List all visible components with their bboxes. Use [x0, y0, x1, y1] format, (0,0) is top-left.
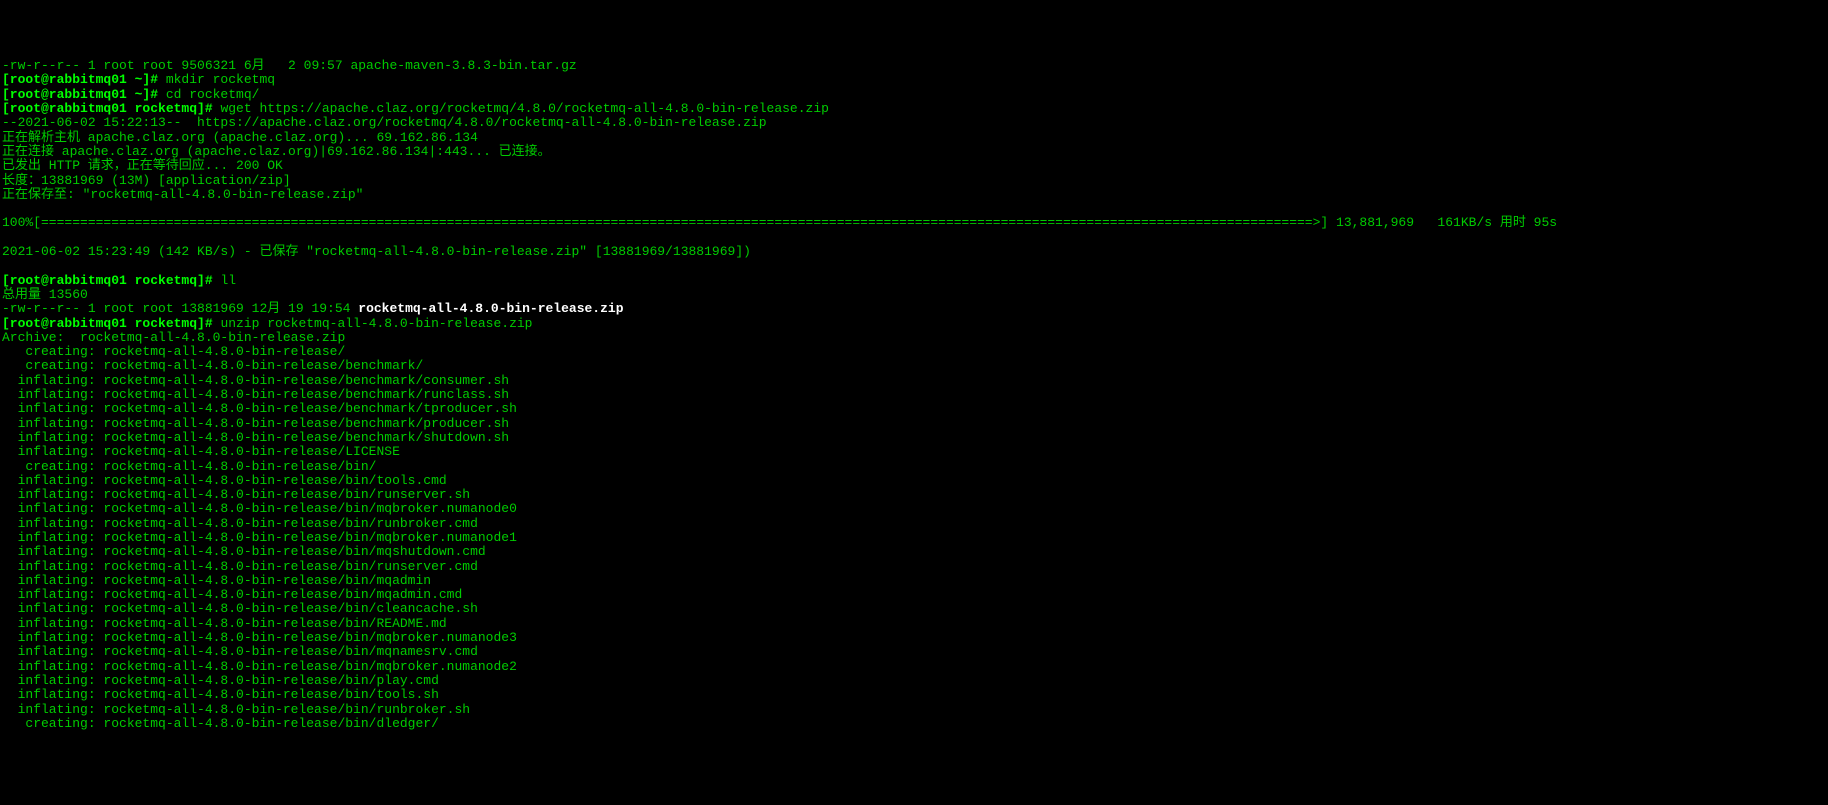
terminal-text-segment: ll — [220, 273, 236, 288]
terminal-line: inflating: rocketmq-all-4.8.0-bin-releas… — [2, 631, 1826, 645]
terminal-line: 正在保存至: "rocketmq-all-4.8.0-bin-release.z… — [2, 188, 1826, 202]
terminal-line: inflating: rocketmq-all-4.8.0-bin-releas… — [2, 660, 1826, 674]
terminal-line: inflating: rocketmq-all-4.8.0-bin-releas… — [2, 674, 1826, 688]
terminal-line: inflating: rocketmq-all-4.8.0-bin-releas… — [2, 388, 1826, 402]
terminal-line: 总用量 13560 — [2, 288, 1826, 302]
terminal-text-segment: unzip rocketmq-all-4.8.0-bin-release.zip — [220, 316, 532, 331]
terminal-text-segment: [root@rabbitmq01 ~]# — [2, 72, 166, 87]
terminal-line: inflating: rocketmq-all-4.8.0-bin-releas… — [2, 474, 1826, 488]
terminal-line: inflating: rocketmq-all-4.8.0-bin-releas… — [2, 602, 1826, 616]
terminal-text-segment: [root@rabbitmq01 rocketmq]# — [2, 101, 220, 116]
terminal-line: creating: rocketmq-all-4.8.0-bin-release… — [2, 345, 1826, 359]
terminal-text-segment: rocketmq-all-4.8.0-bin-release.zip — [358, 301, 623, 316]
terminal-line: --2021-06-02 15:22:13-- https://apache.c… — [2, 116, 1826, 130]
terminal-text-segment: mkdir rocketmq — [166, 72, 275, 87]
terminal-text-segment: wget https://apache.claz.org/rocketmq/4.… — [220, 101, 829, 116]
terminal-line: inflating: rocketmq-all-4.8.0-bin-releas… — [2, 502, 1826, 516]
terminal-line: 长度：13881969 (13M) [application/zip] — [2, 174, 1826, 188]
terminal-line: creating: rocketmq-all-4.8.0-bin-release… — [2, 359, 1826, 373]
terminal-text-segment: [root@rabbitmq01 rocketmq]# — [2, 273, 220, 288]
terminal-line: inflating: rocketmq-all-4.8.0-bin-releas… — [2, 517, 1826, 531]
terminal-text-segment: [root@rabbitmq01 ~]# — [2, 87, 166, 102]
terminal-line: inflating: rocketmq-all-4.8.0-bin-releas… — [2, 445, 1826, 459]
terminal-line: inflating: rocketmq-all-4.8.0-bin-releas… — [2, 545, 1826, 559]
terminal-line: 100%[===================================… — [2, 216, 1826, 230]
terminal-line: inflating: rocketmq-all-4.8.0-bin-releas… — [2, 588, 1826, 602]
terminal-line: [root@rabbitmq01 rocketmq]# ll — [2, 274, 1826, 288]
terminal-line — [2, 202, 1826, 216]
terminal-line: 已发出 HTTP 请求，正在等待回应... 200 OK — [2, 159, 1826, 173]
terminal-line: inflating: rocketmq-all-4.8.0-bin-releas… — [2, 402, 1826, 416]
terminal-line: [root@rabbitmq01 rocketmq]# unzip rocket… — [2, 317, 1826, 331]
terminal-line: creating: rocketmq-all-4.8.0-bin-release… — [2, 717, 1826, 731]
terminal-line: Archive: rocketmq-all-4.8.0-bin-release.… — [2, 331, 1826, 345]
terminal-line: creating: rocketmq-all-4.8.0-bin-release… — [2, 460, 1826, 474]
terminal-text-segment: cd rocketmq/ — [166, 87, 260, 102]
terminal-line: -rw-r--r-- 1 root root 13881969 12月 19 1… — [2, 302, 1826, 316]
terminal-line: inflating: rocketmq-all-4.8.0-bin-releas… — [2, 560, 1826, 574]
terminal-line: inflating: rocketmq-all-4.8.0-bin-releas… — [2, 431, 1826, 445]
terminal-line: inflating: rocketmq-all-4.8.0-bin-releas… — [2, 645, 1826, 659]
terminal-line: 正在解析主机 apache.claz.org (apache.claz.org)… — [2, 131, 1826, 145]
terminal-line — [2, 231, 1826, 245]
terminal-line: -rw-r--r-- 1 root root 9506321 6月 2 09:5… — [2, 59, 1826, 73]
terminal-line: inflating: rocketmq-all-4.8.0-bin-releas… — [2, 703, 1826, 717]
terminal-line: [root@rabbitmq01 ~]# cd rocketmq/ — [2, 88, 1826, 102]
terminal-line — [2, 259, 1826, 273]
terminal-line: [root@rabbitmq01 rocketmq]# wget https:/… — [2, 102, 1826, 116]
terminal-text-segment: [root@rabbitmq01 rocketmq]# — [2, 316, 220, 331]
terminal-line: inflating: rocketmq-all-4.8.0-bin-releas… — [2, 374, 1826, 388]
terminal-line: inflating: rocketmq-all-4.8.0-bin-releas… — [2, 574, 1826, 588]
terminal-line: [root@rabbitmq01 ~]# mkdir rocketmq — [2, 73, 1826, 87]
terminal-output[interactable]: -rw-r--r-- 1 root root 9506321 6月 2 09:5… — [2, 59, 1826, 731]
terminal-line: inflating: rocketmq-all-4.8.0-bin-releas… — [2, 617, 1826, 631]
terminal-line: inflating: rocketmq-all-4.8.0-bin-releas… — [2, 417, 1826, 431]
terminal-line: inflating: rocketmq-all-4.8.0-bin-releas… — [2, 488, 1826, 502]
terminal-line: 2021-06-02 15:23:49 (142 KB/s) - 已保存 "ro… — [2, 245, 1826, 259]
terminal-text-segment: -rw-r--r-- 1 root root 13881969 12月 19 1… — [2, 301, 358, 316]
terminal-line: inflating: rocketmq-all-4.8.0-bin-releas… — [2, 531, 1826, 545]
terminal-line: inflating: rocketmq-all-4.8.0-bin-releas… — [2, 688, 1826, 702]
